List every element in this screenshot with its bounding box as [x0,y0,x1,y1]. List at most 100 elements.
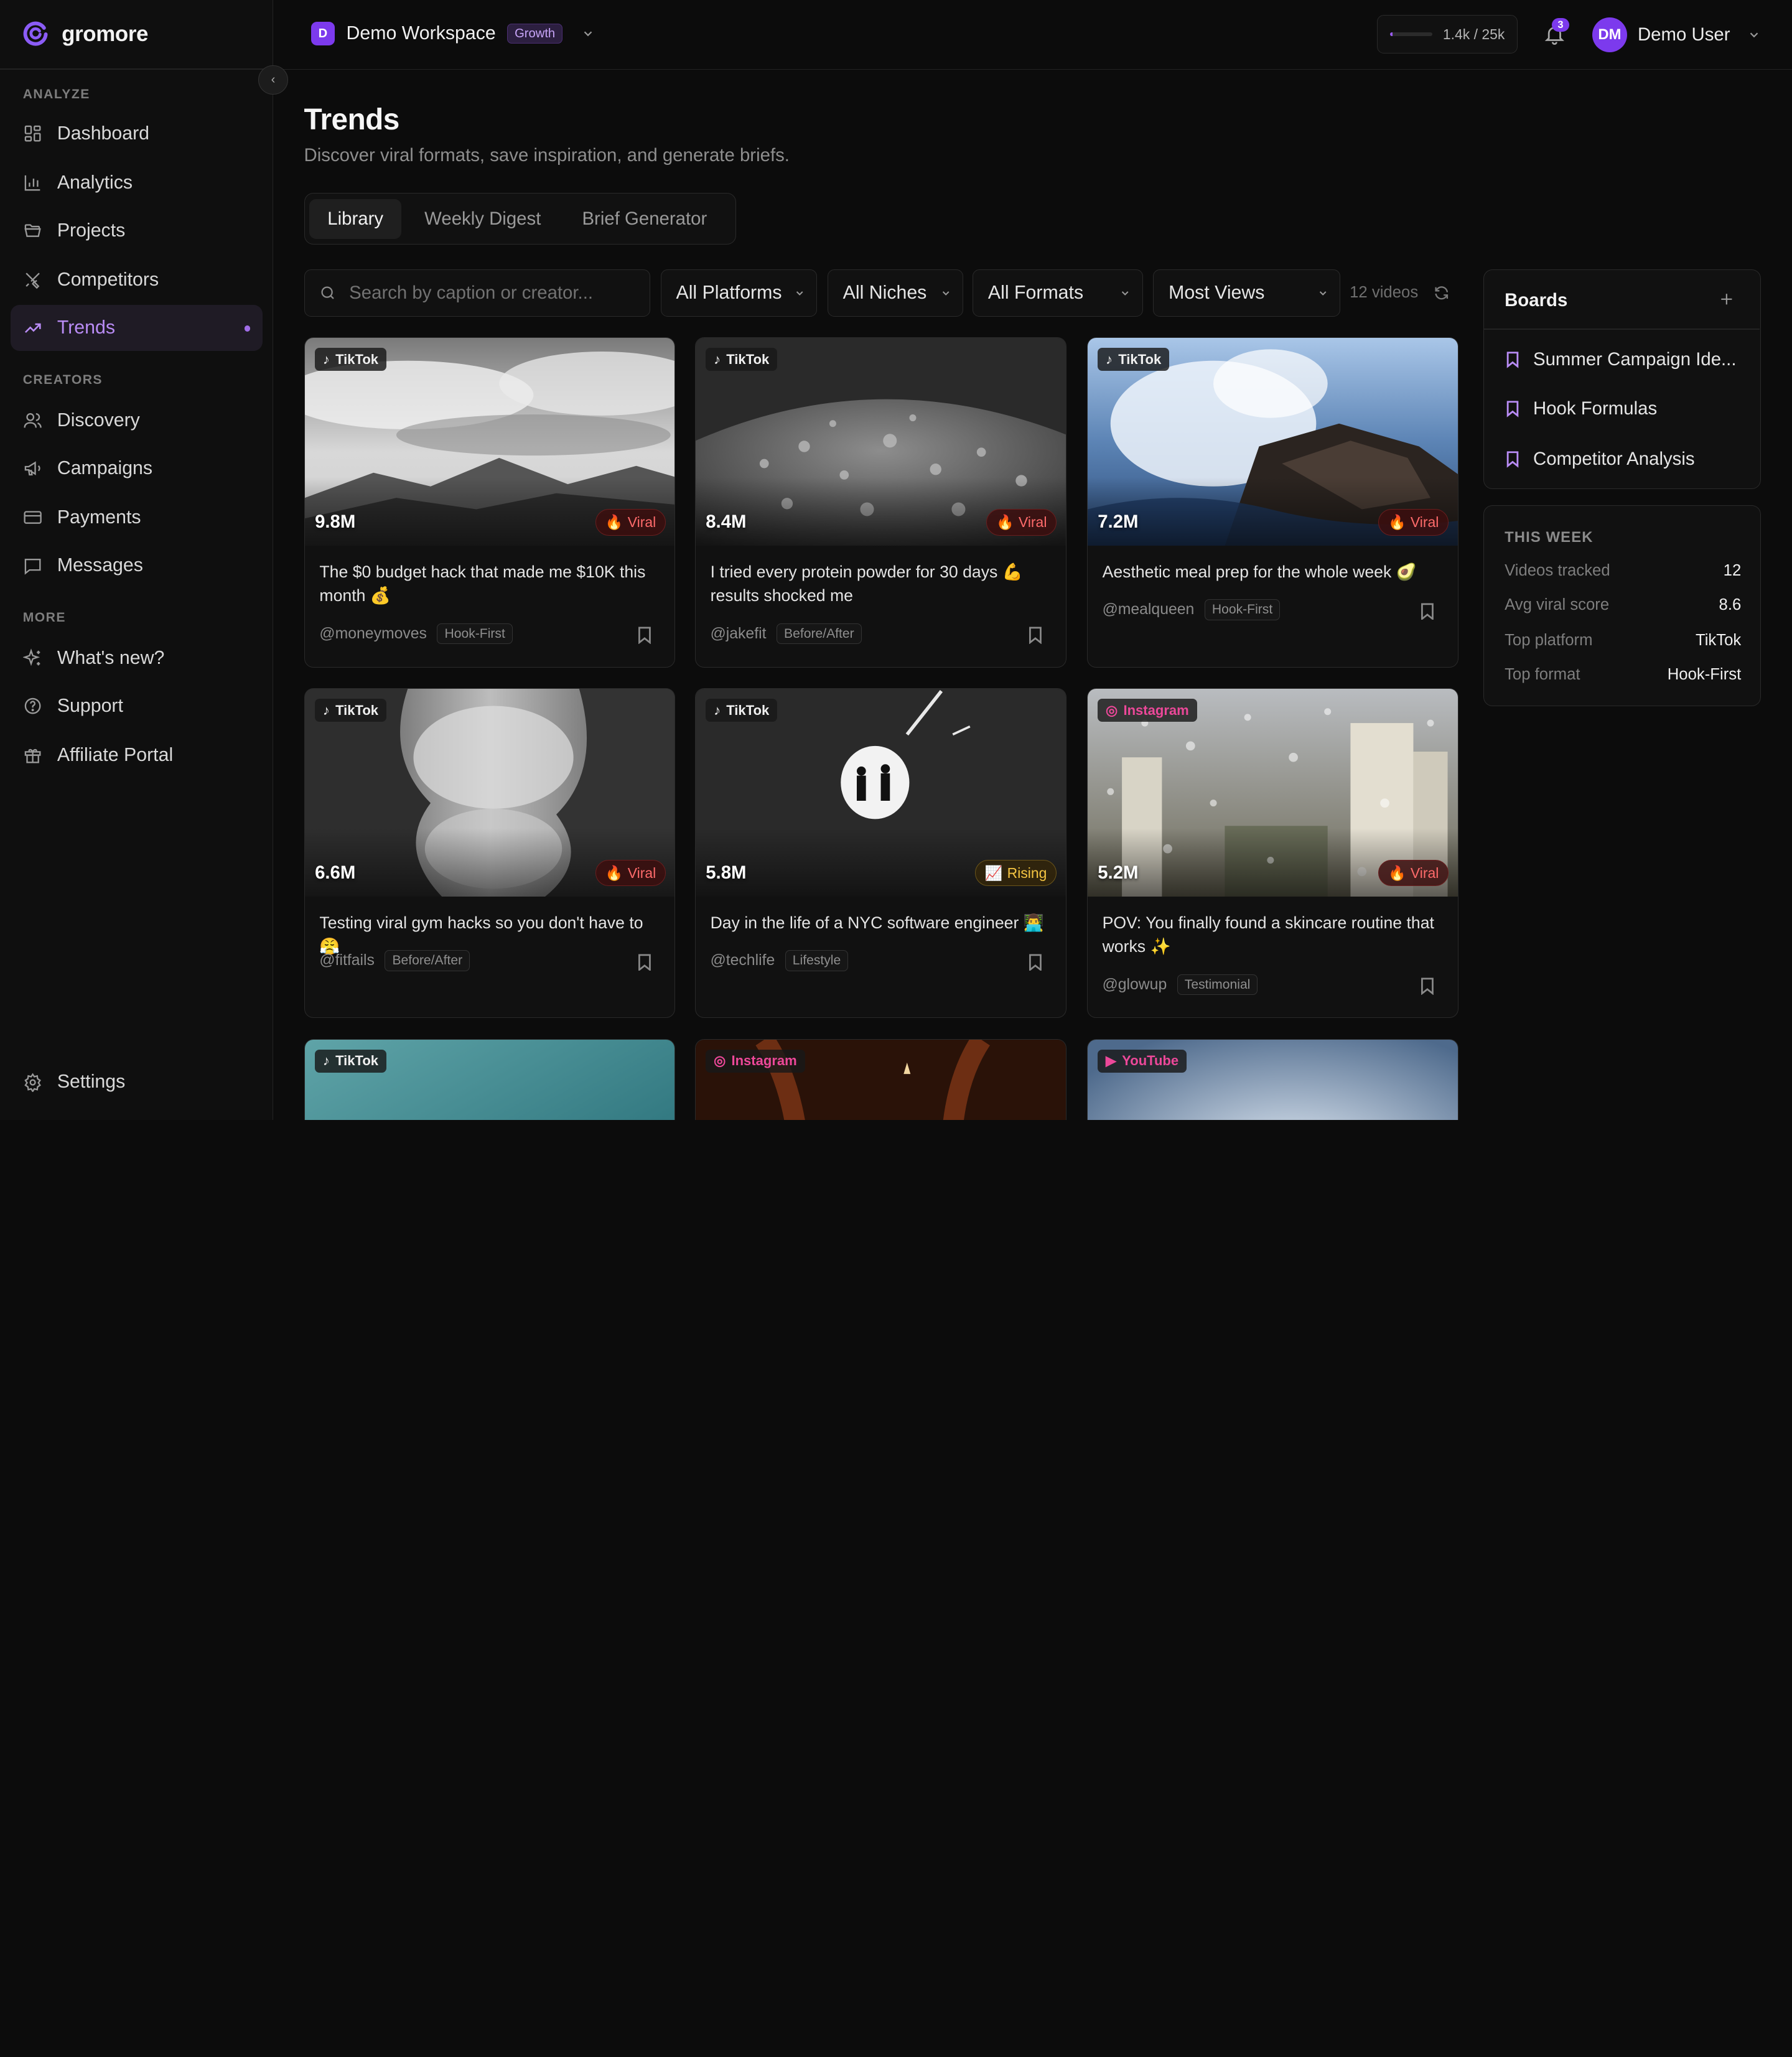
sidebar-item-dashboard[interactable]: Dashboard [11,111,263,156]
sidebar-item-analytics[interactable]: Analytics [11,160,263,205]
sidebar-item-whats-new[interactable]: What's new? [11,635,263,681]
boards-panel: Boards Summer Campaign Ide... Hook Formu… [1483,269,1762,490]
format-filter-select[interactable]: All Formats [973,269,1143,317]
refresh-icon[interactable] [1433,284,1450,302]
stat-value: TikTok [1695,631,1742,649]
video-card[interactable]: ♪ TikTok 7.2M 🔥 Viral Aesthetic meal prep … [1086,337,1458,668]
video-card[interactable]: ♪ TikTok [304,1038,676,1120]
format-tag: Hook-First [1204,599,1281,620]
chevron-down-icon [1750,32,1758,38]
tab-weekly-digest[interactable]: Weekly Digest [406,199,559,239]
status-label: Viral [627,513,656,530]
creator-handle[interactable]: @mealqueen [1103,601,1195,618]
usage-meter[interactable]: 1.4k / 25k [1377,14,1518,54]
video-thumbnail[interactable]: ♪ TikTok 8.4M 🔥 Viral [695,337,1066,546]
search-input[interactable] [349,282,623,304]
sidebar-item-campaigns[interactable]: Campaigns [11,445,263,491]
user-menu[interactable]: DM Demo User [1592,17,1762,53]
platform-badge: ♪ TikTok [315,1050,386,1073]
video-card[interactable]: ◎ Instagram [694,1038,1066,1120]
creator-handle[interactable]: @glowup [1103,976,1167,994]
plus-icon[interactable] [1719,291,1735,307]
bookmark-icon[interactable] [1420,603,1435,620]
active-indicator-dot [245,325,251,332]
message-icon [24,558,41,575]
niche-filter-select[interactable]: All Niches [827,269,964,317]
board-item[interactable]: Summer Campaign Ide... [1506,349,1737,370]
view-count: 5.2M [1098,862,1139,883]
sidebar-item-label: Competitors [57,269,159,290]
chevron-down-icon [942,291,950,296]
creator-handle[interactable]: @jakefit [711,625,767,643]
this-week-panel: THIS WEEK Videos tracked 12 Avg viral sc… [1483,505,1762,707]
collapse-sidebar-button[interactable]: ‹ [258,65,288,95]
bookmark-icon [1506,401,1519,417]
sidebar-item-settings[interactable]: Settings [11,1060,263,1105]
sidebar-item-support[interactable]: Support [11,683,263,729]
board-item[interactable]: Hook Formulas [1506,398,1657,419]
platform-filter-select[interactable]: All Platforms [660,269,818,317]
sort-select[interactable]: Most Views [1153,269,1341,317]
video-thumbnail[interactable]: ♪ TikTok 6.6M 🔥 Viral [304,688,675,897]
tab-library[interactable]: Library [309,198,402,239]
sidebar-item-label: Dashboard [57,123,150,144]
video-card[interactable]: ♪ TikTok 6.6M 🔥 Viral Testing viral gym ha… [304,688,676,1019]
gear-icon [24,1073,41,1092]
section-analyze: ANALYZE [22,86,90,101]
sidebar-item-discovery[interactable]: Discovery [11,398,263,443]
video-thumbnail[interactable]: ◎ Instagram 5.2M 🔥 Viral [1087,688,1458,897]
creator-handle[interactable]: @techlife [711,952,775,969]
folder-icon [24,224,41,238]
stat-label: Top format [1505,665,1580,683]
video-card[interactable]: ♪ TikTok 5.8M 📈 Rising Day in the life of … [694,688,1066,1019]
sidebar-item-competitors[interactable]: Competitors [11,257,263,302]
status-badge: 🔥 Viral [986,509,1057,536]
workspace-switcher[interactable]: D Demo Workspace Growth [310,21,595,46]
video-card[interactable]: ♪ TikTok 9.8M 🔥 Viral The $0 budget hack t… [304,337,676,668]
fire-icon: 🔥 [605,864,623,881]
platform-label: TikTok [1118,351,1162,367]
format-tag: Testimonial [1177,974,1258,996]
sidebar-item-messages[interactable]: Messages [11,543,263,588]
sidebar-item-affiliate-portal[interactable]: Affiliate Portal [11,732,263,778]
brand[interactable]: gromore [22,19,148,49]
bookmark-icon[interactable] [637,627,652,645]
search-box [304,269,651,317]
video-card[interactable]: ◎ Instagram 5.2M 🔥 Viral POV: You finally … [1086,688,1458,1019]
video-thumbnail[interactable]: ▶ YouTube [1087,1039,1458,1120]
sidebar-item-projects[interactable]: Projects [11,208,263,253]
sidebar-item-label: Discovery [57,409,140,431]
platform-badge: ♪ TikTok [1098,348,1170,371]
tiktok-icon: ♪ [1106,351,1113,367]
sidebar-item-payments[interactable]: Payments [11,495,263,540]
video-thumbnail[interactable]: ♪ TikTok 7.2M 🔥 Viral [1087,337,1458,546]
megaphone-icon [24,461,40,476]
status-label: Rising [1007,864,1047,881]
creator-handle[interactable]: @fitfails [319,952,375,969]
video-thumbnail[interactable]: ♪ TikTok 9.8M 🔥 Viral [304,337,675,546]
bookmark-icon [1506,451,1519,468]
bookmark-icon[interactable] [1028,954,1043,971]
board-item[interactable]: Competitor Analysis [1506,449,1695,470]
search-icon [321,286,335,300]
chart-up-icon: 📈 [984,864,1003,881]
video-caption: POV: You finally found a skincare routin… [1102,913,1434,956]
bookmark-icon[interactable] [637,954,652,971]
video-card[interactable]: ▶ YouTube [1086,1038,1458,1120]
chevron-left-icon: ‹ [271,73,276,87]
bookmark-icon[interactable] [1028,627,1043,645]
stat-label: Top platform [1505,631,1593,649]
video-thumbnail[interactable]: ◎ Instagram [695,1039,1066,1120]
sidebar-item-label: Trends [57,317,115,338]
tab-brief-generator[interactable]: Brief Generator [564,199,726,239]
creator-handle[interactable]: @moneymoves [319,625,427,643]
video-thumbnail[interactable]: ♪ TikTok 5.8M 📈 Rising [695,688,1066,897]
youtube-icon: ▶ [1106,1053,1116,1069]
video-card[interactable]: ♪ TikTok 8.4M 🔥 Viral I tried every protei… [694,337,1066,668]
platform-label: TikTok [726,351,770,367]
bookmark-icon[interactable] [1420,977,1435,995]
sidebar-item-trends[interactable]: Trends [10,305,263,351]
status-label: Viral [1018,513,1047,530]
video-thumbnail[interactable]: ♪ TikTok [304,1039,675,1120]
this-week-title: THIS WEEK [1505,528,1594,546]
